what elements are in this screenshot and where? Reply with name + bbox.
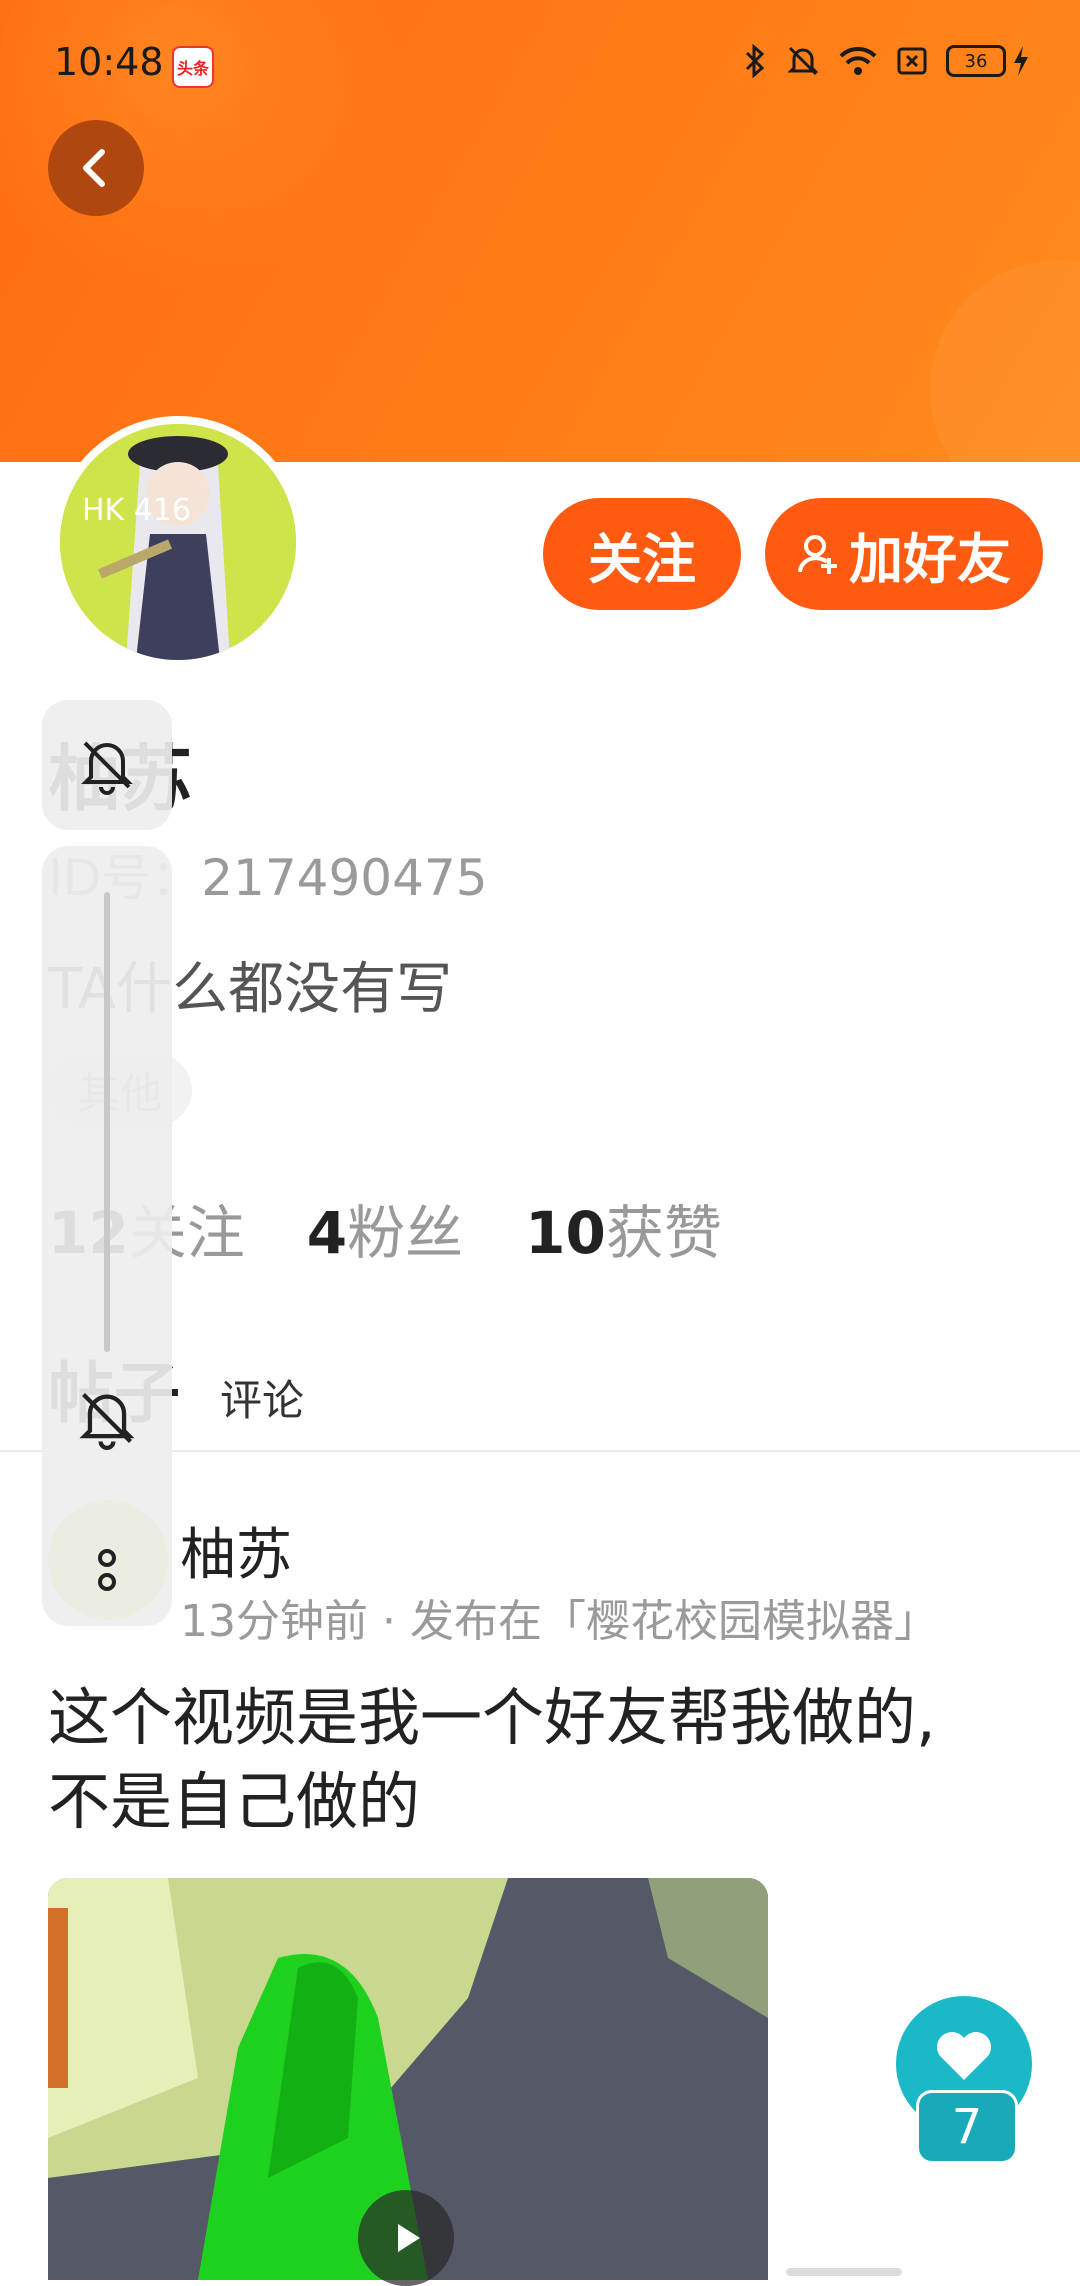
heart-icon <box>937 2032 991 2080</box>
floating-mute-button[interactable] <box>42 700 172 830</box>
status-bar: 10:48 头条 36 <box>0 0 1080 130</box>
follow-button[interactable]: 关注 <box>543 498 741 610</box>
post-text[interactable]: 这个视频是我一个好友帮我做的, 不是自己做的 <box>48 1676 1038 1844</box>
tab-comments[interactable]: 评论 <box>220 1367 304 1436</box>
app-notification-icon: 头条 <box>172 46 214 88</box>
like-count: 7 <box>916 2090 1018 2164</box>
status-time: 10:48 <box>54 40 164 84</box>
profile-avatar[interactable]: HK 416 <box>52 416 304 668</box>
bluetooth-icon <box>745 44 765 78</box>
bell-muted-icon <box>81 741 133 795</box>
battery-level: 36 <box>946 45 1006 77</box>
video-play-button[interactable] <box>358 2190 454 2286</box>
play-icon <box>398 2224 420 2252</box>
floating-volume-panel <box>42 846 172 1626</box>
avatar-illustration: HK 416 <box>60 424 296 660</box>
add-friend-button[interactable]: 加好友 <box>765 498 1043 610</box>
sim-icon <box>897 47 927 75</box>
stat-likes[interactable]: 10获赞 <box>525 1186 722 1270</box>
back-arrow-icon <box>83 149 105 187</box>
status-icons: 36 <box>742 44 1030 78</box>
user-plus-icon <box>798 535 837 574</box>
wifi-icon <box>839 46 877 75</box>
bell-muted-icon <box>787 46 819 76</box>
volume-slider[interactable] <box>104 892 110 1352</box>
more-icon[interactable] <box>95 1546 119 1596</box>
post-text-line-1: 这个视频是我一个好友帮我做的, <box>48 1681 936 1754</box>
post-author[interactable]: 柚苏 <box>180 1510 292 1591</box>
avatar-text: HK 416 <box>82 493 191 528</box>
back-button[interactable] <box>48 120 144 216</box>
add-friend-label: 加好友 <box>849 527 1011 591</box>
bell-muted-icon[interactable] <box>75 1386 139 1450</box>
scroll-indicator <box>786 2268 902 2276</box>
stat-fans[interactable]: 4粉丝 <box>307 1186 463 1270</box>
post-text-line-2: 不是自己做的 <box>48 1765 421 1838</box>
battery-icon: 36 <box>946 45 1030 77</box>
post-meta[interactable]: 13分钟前 · 发布在「樱花校园模拟器」 <box>180 1585 938 1649</box>
